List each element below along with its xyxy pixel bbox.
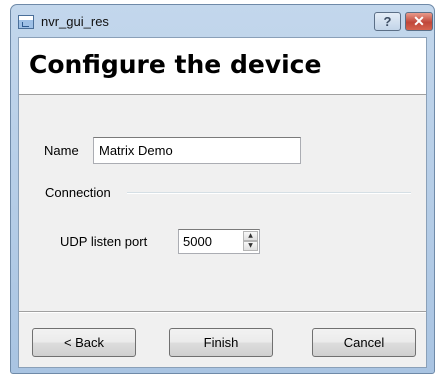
window-title: nvr_gui_res — [41, 14, 109, 29]
button-separator — [19, 311, 426, 313]
help-button[interactable]: ? — [374, 12, 401, 31]
connection-group-label: Connection — [45, 185, 111, 200]
name-input[interactable] — [93, 137, 301, 164]
name-label: Name — [44, 143, 79, 158]
dialog-window: nvr_gui_res ? ✕ Configure the device Nam… — [10, 4, 435, 374]
page-title: Configure the device — [29, 50, 322, 79]
close-button[interactable]: ✕ — [405, 12, 433, 31]
app-icon — [18, 15, 34, 29]
wizard-header: Configure the device — [19, 38, 426, 95]
finish-button[interactable]: Finish — [169, 328, 273, 357]
back-button[interactable]: < Back — [32, 328, 136, 357]
connection-group-divider — [127, 192, 411, 194]
spin-down-arrow-icon[interactable]: ▼ — [243, 241, 258, 251]
dialog-client-area: Configure the device Name Connection UDP… — [18, 37, 427, 368]
cancel-button[interactable]: Cancel — [312, 328, 416, 357]
spin-up-arrow-icon[interactable]: ▲ — [243, 231, 258, 241]
udp-port-label: UDP listen port — [60, 234, 148, 249]
